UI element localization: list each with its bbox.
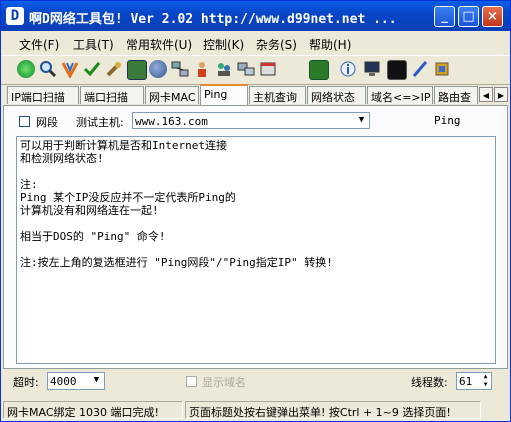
tab-scroll-right-icon[interactable]: ▶ xyxy=(494,87,508,102)
status-left: 网卡MAC绑定 1030 端口完成! xyxy=(3,401,183,419)
timeout-value: 4000 xyxy=(50,375,77,388)
output-line: 注: xyxy=(20,178,38,191)
show-domain-checkbox[interactable] xyxy=(186,376,197,387)
network-icon[interactable] xyxy=(171,60,189,78)
segment-checkbox[interactable] xyxy=(19,116,30,127)
computers-icon[interactable] xyxy=(237,60,255,78)
tab-strip: IP端口扫描 端口扫描 网卡MAC Ping 主机查询 网络状态 域名<=>IP… xyxy=(1,84,510,106)
wrench-icon[interactable] xyxy=(105,60,123,78)
tab-nic-mac[interactable]: 网卡MAC xyxy=(145,86,199,104)
output-line: 相当于DOS的 "Ping" 命令! xyxy=(20,230,166,243)
monitor-icon[interactable] xyxy=(363,60,381,78)
main-window: D 啊D网络工具包! Ver 2.02 http://www.d99net.ne… xyxy=(0,0,511,422)
users-search-icon[interactable] xyxy=(215,60,233,78)
spinner-arrows-icon[interactable]: ▲ ▼ xyxy=(480,373,491,389)
output-line: 计算机没有和网络连在一起! xyxy=(20,204,159,217)
output-line: 和检测网络状态! xyxy=(20,152,104,165)
ping-panel: 网段 测试主机: www.163.com ▼ Ping 可以用于判断计算机是否和… xyxy=(3,105,508,369)
tab-scroll-left-icon[interactable]: ◀ xyxy=(479,87,493,102)
settings-window-icon[interactable] xyxy=(259,60,277,78)
title-bar[interactable]: D 啊D网络工具包! Ver 2.02 http://www.d99net.ne… xyxy=(1,1,510,31)
host-label: 测试主机: xyxy=(76,116,124,129)
green-globe-icon[interactable] xyxy=(17,60,35,78)
menu-control[interactable]: 控制(K) xyxy=(203,36,244,53)
host-combobox[interactable]: www.163.com ▼ xyxy=(132,112,370,129)
bottom-controls: 超时: 4000 ▼ 显示域名 线程数: 61 ▲ ▼ xyxy=(1,369,510,397)
threads-spinner[interactable]: 61 ▲ ▼ xyxy=(456,372,492,390)
menu-misc[interactable]: 杂务(S) xyxy=(256,36,297,53)
info-icon[interactable] xyxy=(339,60,357,78)
output-line: 可以用于判断计算机是否和Internet连接 xyxy=(20,139,227,152)
host-value: www.163.com xyxy=(135,115,208,128)
menu-bar: 文件(F) 工具(T) 常用软件(U) 控制(K) 杂务(S) 帮助(H) xyxy=(1,33,510,53)
tab-route[interactable]: 路由查 xyxy=(434,86,478,104)
shield-v-icon[interactable] xyxy=(61,60,79,80)
tab-port-scan[interactable]: 端口扫描 xyxy=(80,86,144,104)
timeout-label: 超时: xyxy=(13,376,39,389)
toolbar xyxy=(1,55,510,85)
ping-output[interactable]: 可以用于判断计算机是否和Internet连接 和检测网络状态! 注: Ping … xyxy=(16,136,496,364)
output-line: Ping 某个IP没反应并不一定代表所Ping的 xyxy=(20,191,236,204)
timeout-combobox[interactable]: 4000 ▼ xyxy=(47,372,105,390)
status-bar: 网卡MAC绑定 1030 端口完成! 页面标题处按右键弹出菜单! 按Ctrl +… xyxy=(1,399,510,421)
search-icon[interactable] xyxy=(39,60,57,78)
app-icon[interactable]: D xyxy=(6,7,24,25)
minimize-button[interactable]: _ xyxy=(434,6,455,27)
check-icon[interactable] xyxy=(83,60,101,78)
menu-common-software[interactable]: 常用软件(U) xyxy=(126,36,192,53)
tab-ping[interactable]: Ping xyxy=(200,84,248,105)
show-domain-label: 显示域名 xyxy=(202,376,246,389)
menu-help[interactable]: 帮助(H) xyxy=(309,36,351,53)
puzzle-icon[interactable] xyxy=(433,60,451,78)
tab-ip-port-scan[interactable]: IP端口扫描 xyxy=(7,86,79,104)
status-right: 页面标题处按右键弹出菜单! 按Ctrl + 1~9 选择页面! xyxy=(185,401,481,419)
threads-label: 线程数: xyxy=(411,376,448,389)
tab-host-query[interactable]: 主机查询 xyxy=(249,86,306,104)
close-button[interactable]: × xyxy=(482,6,503,27)
output-line: 注:按左上角的复选框进行 "Ping网段"/"Ping指定IP" 转换! xyxy=(20,256,333,269)
chevron-down-icon[interactable]: ▼ xyxy=(89,373,104,389)
ping-button[interactable]: Ping xyxy=(434,114,461,127)
globe-icon[interactable] xyxy=(149,60,167,78)
terminal-icon[interactable] xyxy=(387,60,407,80)
maximize-button[interactable]: □ xyxy=(458,6,479,27)
segment-label: 网段 xyxy=(36,116,58,129)
chevron-down-icon[interactable]: ▼ xyxy=(354,113,369,128)
menu-file[interactable]: 文件(F) xyxy=(19,36,59,53)
threads-value: 61 xyxy=(459,375,473,388)
image-icon[interactable] xyxy=(127,60,147,80)
network-card-icon[interactable] xyxy=(309,60,329,80)
tab-network-status[interactable]: 网络状态 xyxy=(307,86,366,104)
menu-tools[interactable]: 工具(T) xyxy=(73,36,114,53)
user-icon[interactable] xyxy=(193,60,211,78)
window-title: 啊D网络工具包! Ver 2.02 http://www.d99net.net … xyxy=(29,12,397,27)
pen-icon[interactable] xyxy=(411,60,429,78)
tab-domain-ip[interactable]: 域名<=>IP xyxy=(367,86,433,104)
